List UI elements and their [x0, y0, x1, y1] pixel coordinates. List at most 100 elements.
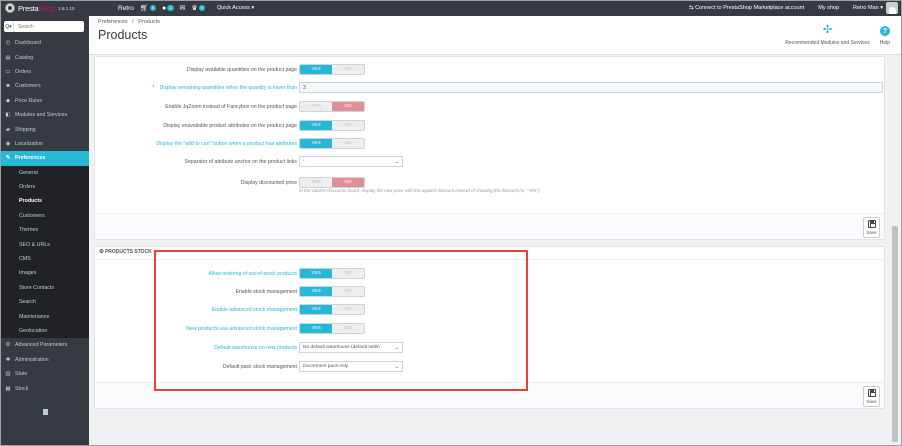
submenu-item-store-contacts[interactable]: Store Contacts [0, 281, 89, 295]
sidebar-item-label: Administration [15, 356, 49, 363]
submenu-item-themes[interactable]: Themes [0, 223, 89, 237]
shop-name: Retro [118, 4, 134, 12]
sidebar-item-label: Price Rules [15, 97, 43, 104]
new-products-advanced-stock-switch[interactable]: YES NO [299, 323, 365, 334]
customers-notification[interactable]: ● 1 [162, 4, 174, 12]
submenu-item-customers[interactable]: Customers [0, 209, 89, 223]
connect-marketplace-link[interactable]: ⇆ Connect to PrestaShop Marketplace acco… [689, 5, 804, 11]
sidebar-item-price-rules[interactable]: ◆ Price Rules [0, 94, 89, 108]
brand[interactable]: PrestaShop 1.6.1.15 [0, 3, 118, 13]
cogs-icon: ⚙ [99, 249, 104, 255]
puzzle-icon: ✣ [822, 24, 833, 36]
advanced-stock-switch[interactable]: YES NO [299, 304, 365, 315]
sidebar-nav: ◴ Dashboard ▤ Catalog ▭ Orders ☻ Customers ◆ Pric… [0, 36, 89, 166]
panel-heading: ⚙ PRODUCTS STOCK [99, 249, 152, 255]
floppy-icon [867, 220, 876, 228]
submenu-item-general[interactable]: General [0, 166, 89, 180]
sidebar-item-shipping[interactable]: ▰ Shipping [0, 122, 89, 136]
sidebar-item-label: Preferences [15, 155, 46, 162]
sidebar-item-label: Stock [15, 385, 29, 392]
jqzoom-switch[interactable]: YES NO [299, 101, 365, 112]
menu-icon: ▰ [5, 126, 11, 133]
menu-icon: ◴ [5, 40, 11, 47]
sidebar-nav-bottom: ⚙ Advanced Parameters ✱ Administration ▥ Stat… [0, 338, 89, 396]
stock-management-switch[interactable]: YES NO [299, 286, 365, 297]
form-row: Default pack stock management Decrement … [95, 361, 886, 373]
sidebar-item-orders[interactable]: ▭ Orders [0, 65, 89, 79]
submenu-item-seo-urls[interactable]: SEO & URLs [0, 237, 89, 251]
submenu-item-search[interactable]: Search [0, 295, 89, 309]
preferences-submenu: General Orders Products Customers Themes SEO … [0, 165, 89, 339]
help-button[interactable]: ? Help [880, 24, 890, 46]
search-input[interactable] [14, 21, 84, 32]
sidebar-item-localization[interactable]: ◉ Localization [0, 137, 89, 151]
messages-notification[interactable]: ✉ [180, 4, 186, 12]
employee-menu[interactable]: Retro Man ▾ [853, 5, 883, 11]
sidebar-item-catalog[interactable]: ▤ Catalog [0, 50, 89, 64]
pack-stock-select[interactable]: Decrement pack only. ⌄ [299, 361, 403, 372]
sidebar-item-customers[interactable]: ☻ Customers [0, 79, 89, 93]
my-shop-link[interactable]: My shop [818, 5, 839, 11]
form-row: Display available quantities on the prod… [95, 64, 886, 76]
sidebar-item-stats[interactable]: ▥ Stats [0, 367, 89, 381]
sidebar-item-modules-and-services[interactable]: ◧ Modules and Services [0, 108, 89, 122]
menu-icon: ✎ [5, 155, 11, 162]
top-bar: PrestaShop 1.6.1.15 Retro 🛒︎ 5 ● 1 ✉ ♛ 4 Qu… [0, 0, 902, 16]
menu-icon: ▭ [5, 68, 11, 75]
product-page-panel: Display available quantities on the prod… [94, 56, 885, 240]
sidebar-item-label: Shipping [15, 126, 36, 133]
menu-icon: ◆ [5, 97, 11, 104]
sidebar-item-label: Modules and Services [15, 112, 68, 119]
menu-icon: ▤ [5, 54, 11, 61]
default-warehouse-select[interactable]: No default warehouse (default settin ⌄ [299, 342, 403, 353]
sidebar-item-preferences[interactable]: ✎ Preferences [0, 151, 89, 166]
form-row: New products use advanced stock manageme… [95, 323, 886, 335]
form-row: Separator of attribute anchor on the pro… [95, 156, 886, 168]
submenu-item-cms[interactable]: CMS [0, 252, 89, 266]
submenu-item-orders[interactable]: Orders [0, 180, 89, 194]
products-stock-panel: ⚙ PRODUCTS STOCK Allow ordering of out-of… [94, 246, 885, 409]
save-button[interactable]: Save [863, 217, 880, 238]
chevron-down-icon: ⌄ [394, 159, 399, 165]
allow-out-of-stock-switch[interactable]: YES NO [299, 268, 365, 279]
sidebar-item-label: Customers [15, 83, 41, 90]
user-icon: ● [162, 4, 167, 12]
trophy-notification[interactable]: ♛ 4 [191, 4, 205, 12]
breadcrumb-products: Products [138, 19, 160, 25]
recommended-modules-button[interactable]: ✣ Recommended Modules and Services [785, 24, 870, 46]
form-row: * Display remaining quantities when the q… [95, 82, 886, 94]
collapse-menu-icon[interactable] [43, 409, 48, 415]
envelope-icon: ✉ [179, 5, 186, 12]
menu-icon: ✱ [5, 356, 11, 363]
submenu-item-products[interactable]: Products [0, 194, 89, 208]
sidebar-item-dashboard[interactable]: ◴ Dashboard [0, 36, 89, 50]
remaining-quantity-input[interactable]: 3 [299, 82, 883, 93]
submenu-item-geolocation[interactable]: Geolocation [0, 324, 89, 338]
brand-name: PrestaShop [18, 3, 56, 13]
avatar[interactable] [886, 2, 898, 14]
sidebar-item-label: Stats [15, 371, 28, 378]
trophy-icon: ♛ [191, 5, 198, 12]
scrollbar-thumb[interactable] [892, 226, 898, 442]
save-button[interactable]: Save [863, 386, 880, 407]
question-icon: ? [879, 26, 890, 36]
available-quantities-switch[interactable]: YES NO [299, 64, 365, 75]
attribute-separator-select[interactable]: - ⌄ [299, 156, 403, 167]
menu-icon: ☻ [5, 83, 11, 90]
add-to-cart-attributes-switch[interactable]: YES NO [299, 138, 365, 149]
scrollbar[interactable] [891, 56, 899, 446]
breadcrumb-preferences[interactable]: Preferences [98, 19, 128, 25]
submenu-item-images[interactable]: Images [0, 266, 89, 280]
form-row: Default warehouse on new products No def… [95, 342, 886, 354]
submenu-item-maintenance[interactable]: Maintenance [0, 309, 89, 323]
orders-notification[interactable]: 🛒︎ 5 [140, 4, 157, 12]
discounted-price-switch[interactable]: YES NO [299, 177, 365, 188]
sidebar-item-stock[interactable]: ▦ Stock [0, 381, 89, 395]
menu-icon: ⚙ [5, 342, 11, 349]
sidebar-item-advanced-parameters[interactable]: ⚙ Advanced Parameters [0, 338, 89, 352]
search-type-button[interactable]: Q▾ [4, 21, 14, 32]
unavailable-attributes-switch[interactable]: YES NO [299, 120, 365, 131]
sidebar-item-administration[interactable]: ✱ Administration [0, 353, 89, 367]
quick-access-menu[interactable]: Quick Access ▾ [217, 5, 254, 11]
sidebar: Q▾ ◴ Dashboard ▤ Catalog ▭ Orders ☻ Customers ◆ P… [0, 16, 89, 446]
